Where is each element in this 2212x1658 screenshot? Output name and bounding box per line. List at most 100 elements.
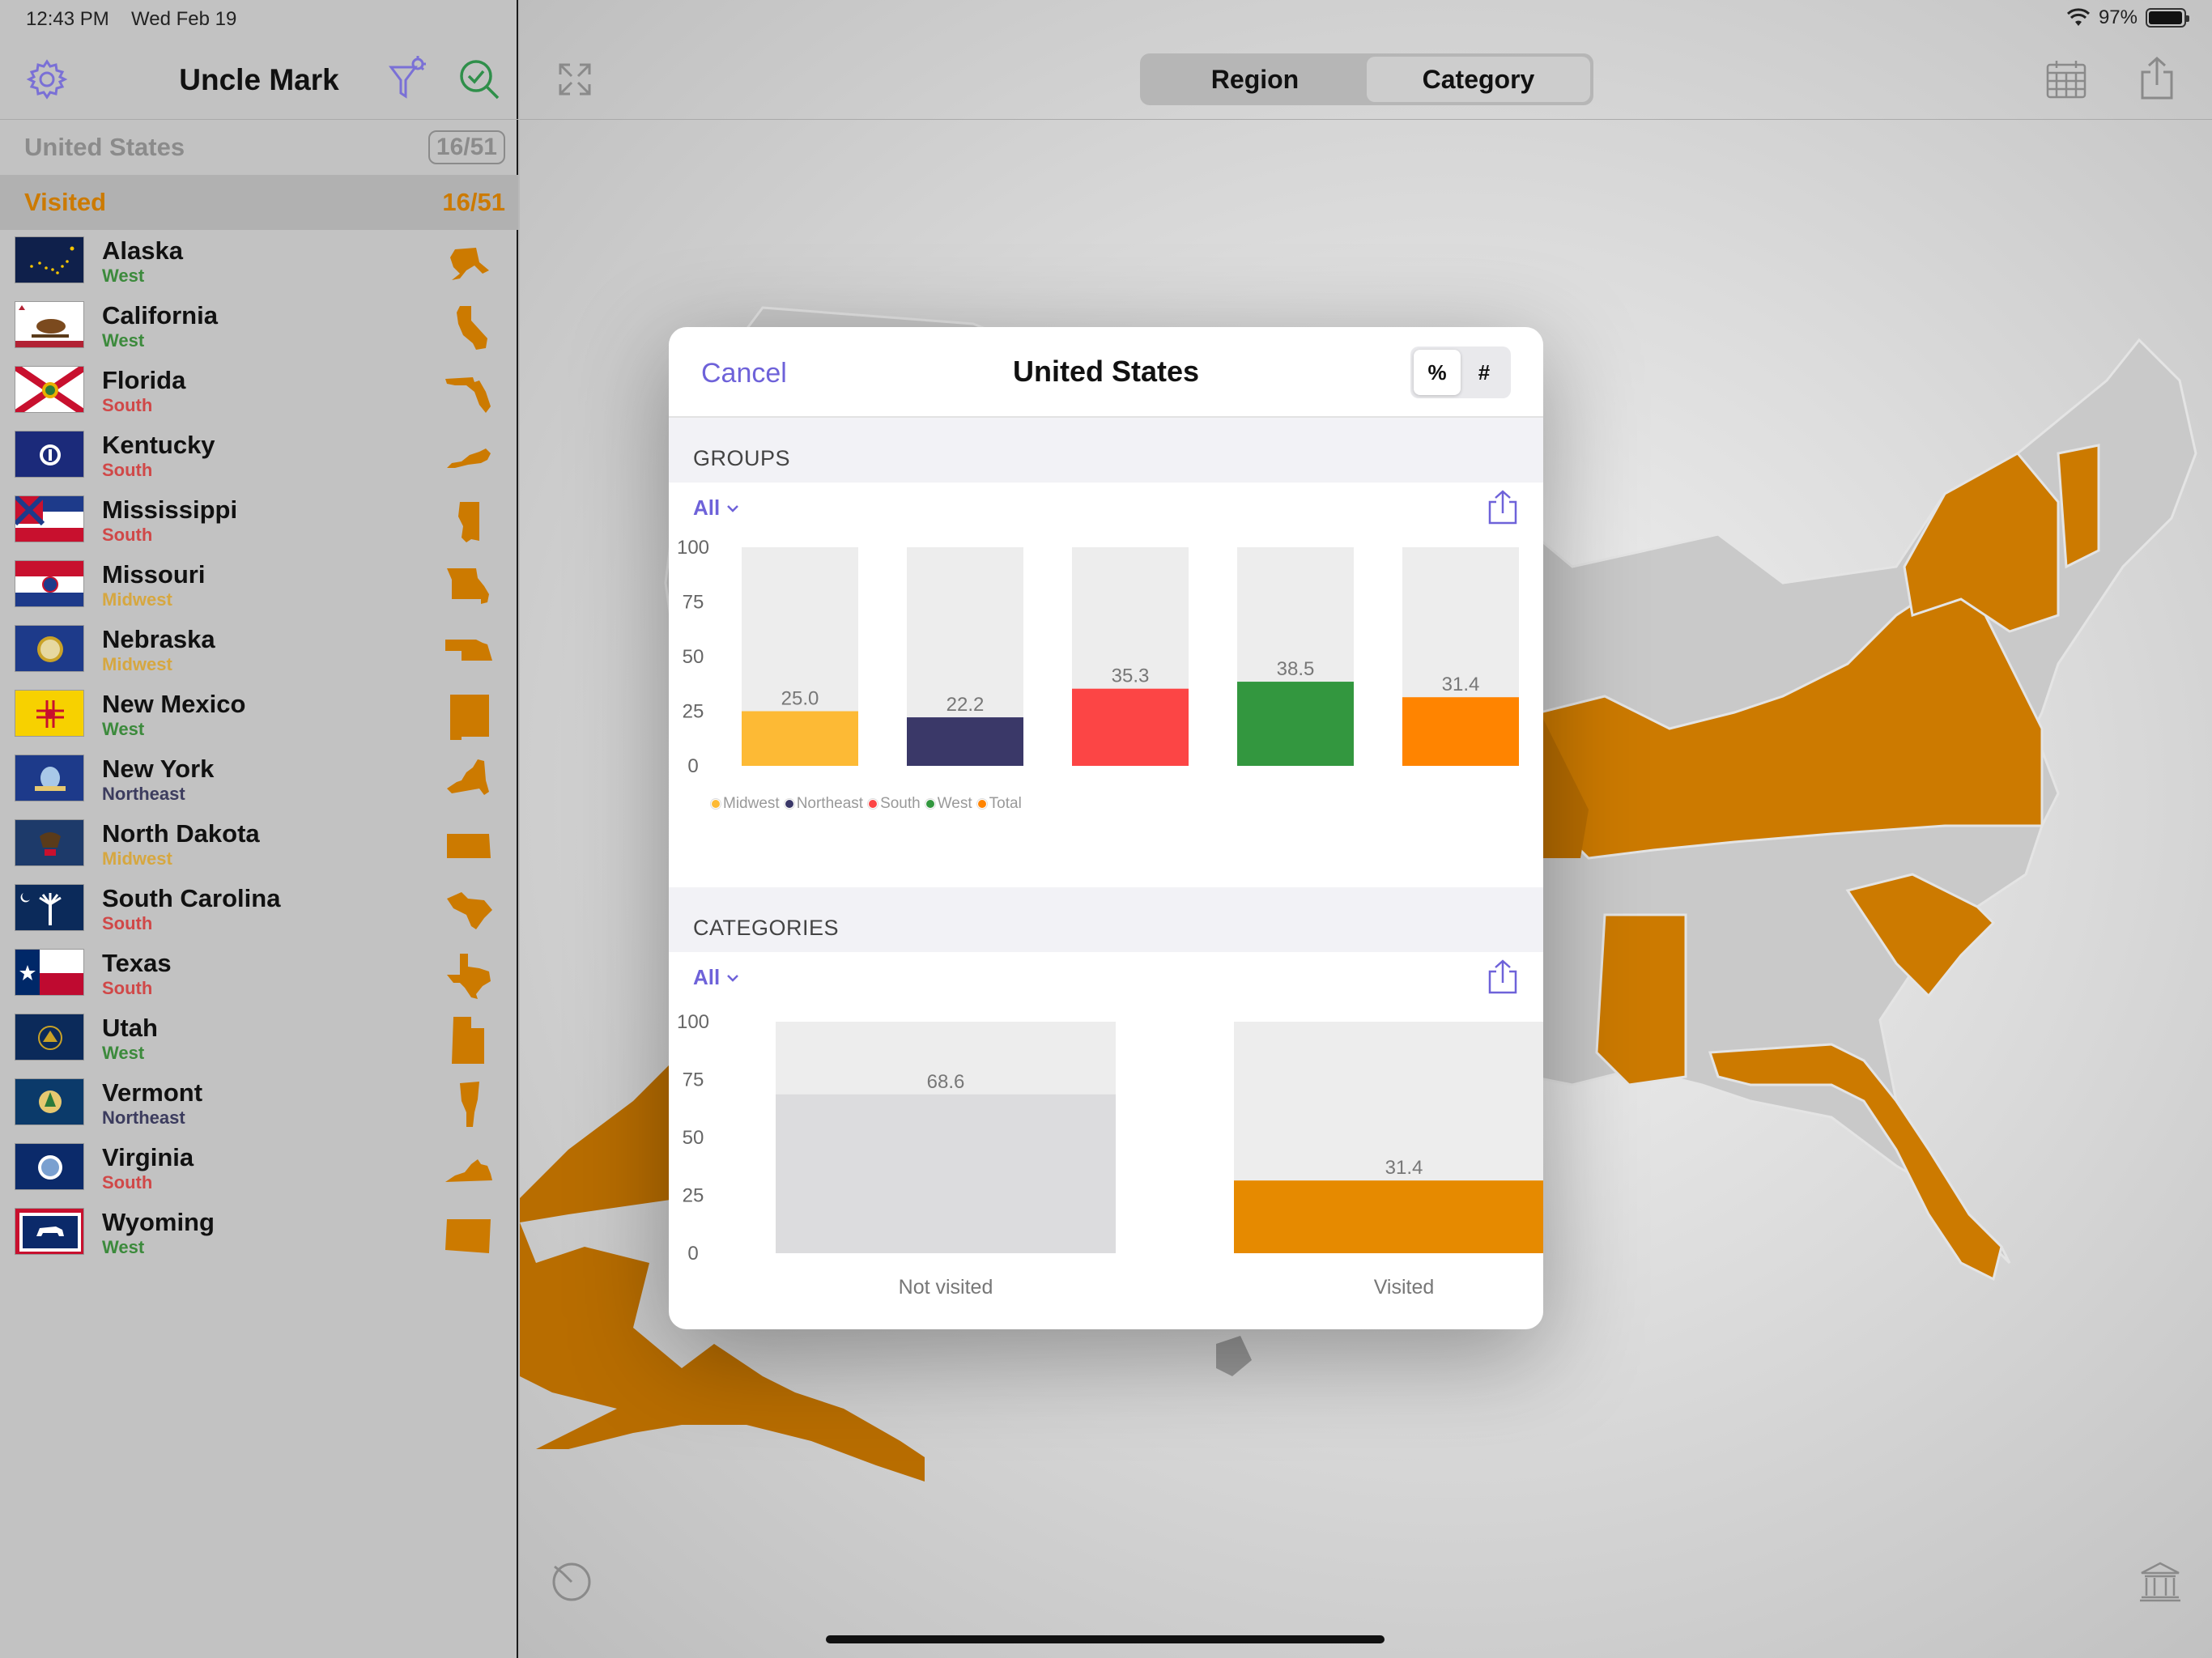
status-time: 12:43 PM [26,8,109,30]
flag-florida-icon [15,366,84,413]
state-row-alaska[interactable]: Alaska West [0,230,518,295]
state-region: West [102,1043,145,1063]
categories-filter-button[interactable]: All [693,965,739,990]
legend-label: Midwest [723,795,780,812]
categories-share-button[interactable] [1487,959,1519,994]
view-segmented-control: Region Category [1140,53,1593,105]
country-section-label: United States [24,133,185,161]
legend-item: Total [976,795,1022,813]
chevron-down-icon [727,504,739,512]
kentucky-shape-icon [447,449,491,468]
legend-item: Midwest [710,795,780,813]
battery-percent: 97% [2098,6,2138,28]
y-tick-label: 0 [687,755,698,777]
status-right: 97% [2066,6,2189,29]
flag-new-york-icon [15,755,84,801]
y-tick-label: 50 [683,1127,704,1149]
state-row-kentucky[interactable]: Kentucky South [0,424,518,489]
state-region: South [102,978,153,998]
filter-funnel-icon [389,56,426,99]
state-row-california[interactable]: California West [0,295,518,359]
state-row-mississippi[interactable]: Mississippi South [0,489,518,554]
map-visited-mississippi [1595,913,1687,1086]
flag-texas-icon [15,949,84,996]
state-row-nebraska[interactable]: Nebraska Midwest [0,619,518,683]
texas-shape-icon [447,954,491,999]
state-row-wyoming[interactable]: Wyoming West [0,1201,518,1266]
bar-value-label: 22.2 [946,694,985,716]
groups-filter-button[interactable]: All [693,495,739,521]
state-name: California [102,301,218,329]
flag-wyoming-icon [15,1208,84,1255]
state-name: Utah [102,1014,158,1042]
state-row-texas[interactable]: Texas South [0,942,518,1007]
bar [907,717,1023,766]
state-row-north-dakota[interactable]: North Dakota Midwest [0,813,518,878]
search-check-icon [460,60,500,100]
state-row-new-mexico[interactable]: New Mexico West [0,683,518,748]
groups-share-button[interactable] [1487,489,1519,525]
state-name: Missouri [102,560,206,589]
bar-value-label: 31.4 [1385,1157,1423,1179]
history-button[interactable] [547,1558,596,1606]
sidebar: Uncle Mark United States 16/51 Visited 1… [0,0,518,1658]
clock-history-icon [552,1562,591,1601]
state-row-utah[interactable]: Utah West [0,1007,518,1072]
state-name: Alaska [102,236,183,265]
mode-percent[interactable]: % [1414,350,1461,395]
segment-category[interactable]: Category [1367,57,1590,102]
state-region: Midwest [102,848,172,869]
country-section-row[interactable]: United States 16/51 [0,120,518,175]
categories-chart: 0 25 50 75 100 68.6 Not visited 31.4 Visited [669,999,1543,1323]
state-name: Texas [102,949,172,977]
calendar-icon [2046,61,2087,99]
legend-label: South [880,795,921,812]
country-section-count: 16/51 [428,130,505,164]
calendar-button[interactable] [2042,55,2091,104]
state-row-florida[interactable]: Florida South [0,359,518,424]
legend-item: Northeast [783,795,863,813]
state-region: South [102,913,153,933]
state-name: New York [102,755,215,783]
alaska-shape-icon [450,248,489,280]
share-button[interactable] [2136,53,2178,104]
state-region: Northeast [102,1107,185,1128]
y-tick-label: 75 [683,1069,704,1091]
mode-count[interactable]: # [1461,350,1508,395]
state-row-vermont[interactable]: Vermont Northeast [0,1072,518,1137]
flag-alaska-icon [15,236,84,283]
state-row-new-york[interactable]: New York Northeast [0,748,518,813]
bar [1237,682,1354,766]
bar [1072,688,1189,766]
legend-dot [867,798,879,810]
bar [776,1094,1116,1253]
flag-nebraska-icon [15,625,84,672]
state-row-south-carolina[interactable]: South Carolina South [0,878,518,942]
groups-filter-label: All [693,495,721,520]
filter-button[interactable] [385,55,431,104]
stats-modal: Cancel United States % # GROUPS All 0 25 5… [669,327,1543,1329]
groups-section-header: GROUPS [669,418,1543,483]
home-indicator[interactable] [826,1635,1385,1643]
mode-segmented-control: % # [1410,346,1511,398]
state-name: Wyoming [102,1208,215,1236]
north-dakota-shape-icon [447,834,491,858]
state-name: Florida [102,366,186,394]
map-visited-vermont [2057,444,2100,569]
state-row-missouri[interactable]: Missouri Midwest [0,554,518,619]
flag-vermont-icon [15,1078,84,1125]
battery-icon [2146,8,2189,28]
segment-region[interactable]: Region [1143,57,1367,102]
new-mexico-shape-icon [450,695,489,740]
visited-section-row[interactable]: Visited 16/51 [0,175,518,230]
state-row-virginia[interactable]: Virginia South [0,1137,518,1201]
status-date: Wed Feb 19 [131,8,237,30]
visited-filter-button[interactable] [455,55,504,104]
legend-label: Total [989,795,1022,812]
state-name: Kentucky [102,431,215,459]
modal-header: Cancel United States % # [669,327,1543,418]
florida-shape-icon [445,377,491,413]
museum-button[interactable] [2136,1558,2184,1606]
expand-button[interactable] [552,57,598,102]
groups-header-label: GROUPS [693,446,791,470]
